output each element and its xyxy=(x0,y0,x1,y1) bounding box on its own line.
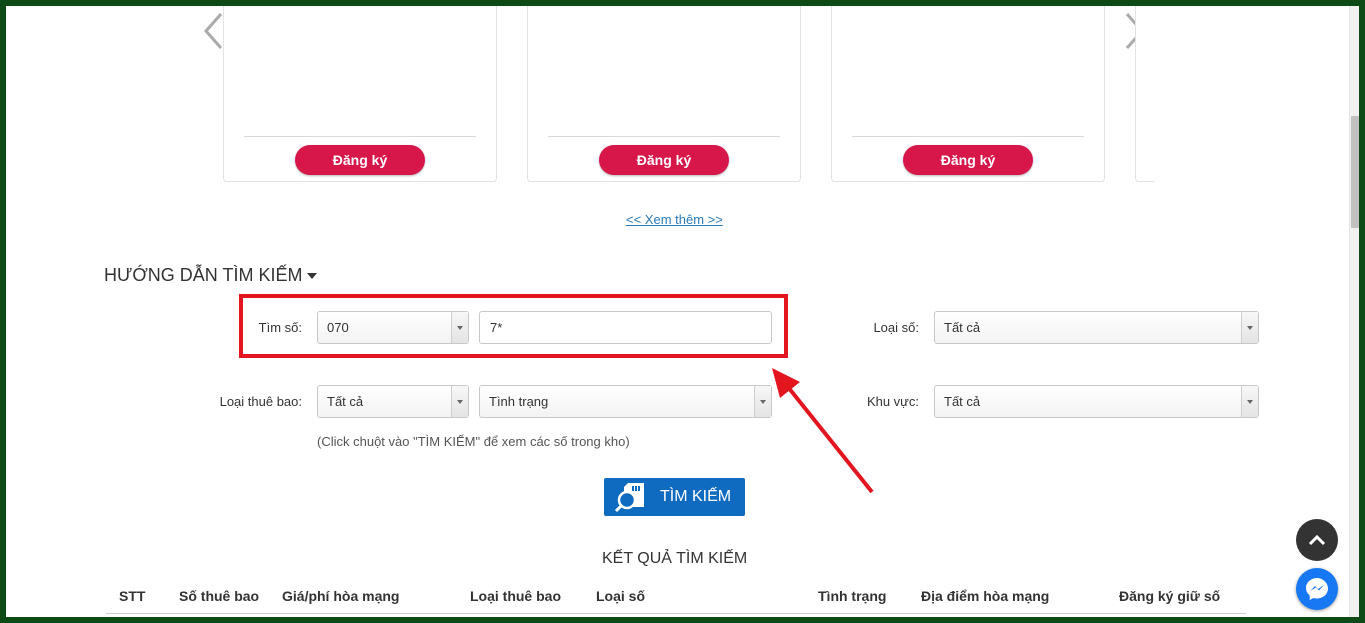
search-button[interactable]: TÌM KIẾM xyxy=(604,478,745,516)
chevron-down-icon xyxy=(1241,312,1258,343)
column-header: Tình trạng xyxy=(818,588,887,604)
number-type-select[interactable]: Tất cả xyxy=(934,311,1259,344)
region-value: Tất cả xyxy=(944,394,981,409)
annotation-arrow-icon xyxy=(772,368,874,494)
column-header: Số thuê bao xyxy=(179,588,260,604)
card-divider xyxy=(244,136,476,137)
card-divider xyxy=(548,136,780,137)
chevron-left-icon xyxy=(203,13,223,49)
page-scrollbar[interactable] xyxy=(1349,6,1359,617)
column-header: Giá/phí hòa mạng xyxy=(282,588,400,604)
number-type-label: Loại số: xyxy=(873,320,919,335)
region-select[interactable]: Tất cả xyxy=(934,385,1259,418)
page: Đăng ký Đăng ký Đăng ký << Xem thêm >> H… xyxy=(6,6,1359,617)
results-table-header: STT Số thuê bao Giá/phí hòa mạng Loại th… xyxy=(106,576,1246,614)
package-card: Đăng ký xyxy=(831,6,1105,182)
package-card: Đăng ký xyxy=(527,6,801,182)
package-card-partial xyxy=(1135,6,1155,182)
results-title: KẾT QUẢ TÌM KIẾM xyxy=(602,550,748,567)
number-input[interactable] xyxy=(479,311,772,344)
search-hint: (Click chuột vào "TÌM KIẾM" để xem các s… xyxy=(317,434,630,449)
caret-down-icon xyxy=(307,272,318,279)
chevron-down-icon xyxy=(451,386,468,417)
see-more-link[interactable]: << Xem thêm >> xyxy=(626,212,723,227)
scrollbar-thumb[interactable] xyxy=(1351,116,1359,228)
search-guide-toggle[interactable]: HƯỚNG DẪN TÌM KIẾM xyxy=(104,265,318,286)
section-title: HƯỚNG DẪN TÌM KIẾM xyxy=(104,265,303,285)
messenger-button[interactable] xyxy=(1296,568,1338,610)
prefix-value: 070 xyxy=(327,320,349,335)
scroll-top-button[interactable] xyxy=(1296,519,1338,561)
column-header: Đăng ký giữ số xyxy=(1119,588,1221,604)
number-label: Tìm số: xyxy=(258,320,302,335)
prefix-select[interactable]: 070 xyxy=(317,311,469,344)
register-button[interactable]: Đăng ký xyxy=(295,145,425,175)
column-header: STT xyxy=(119,588,146,604)
subscriber-type-label: Loại thuê bao: xyxy=(219,394,302,409)
status-value: Tình trạng xyxy=(489,394,549,409)
status-select[interactable]: Tình trạng xyxy=(479,385,772,418)
search-button-label: TÌM KIẾM xyxy=(660,488,732,505)
chevron-down-icon xyxy=(1241,386,1258,417)
messenger-icon xyxy=(1306,578,1328,600)
package-card: Đăng ký xyxy=(223,6,497,182)
subscriber-type-value: Tất cả xyxy=(327,394,364,409)
register-button[interactable]: Đăng ký xyxy=(903,145,1033,175)
column-header: Địa điểm hòa mạng xyxy=(921,588,1050,604)
chevron-down-icon xyxy=(451,312,468,343)
chevron-up-icon xyxy=(1308,534,1326,546)
subscriber-type-select[interactable]: Tất cả xyxy=(317,385,469,418)
column-header: Loại thuê bao xyxy=(470,588,561,604)
card-divider xyxy=(852,136,1084,137)
sim-search-icon xyxy=(614,483,644,513)
column-header: Loại số xyxy=(596,588,646,604)
number-type-value: Tất cả xyxy=(944,320,981,335)
register-button[interactable]: Đăng ký xyxy=(599,145,729,175)
